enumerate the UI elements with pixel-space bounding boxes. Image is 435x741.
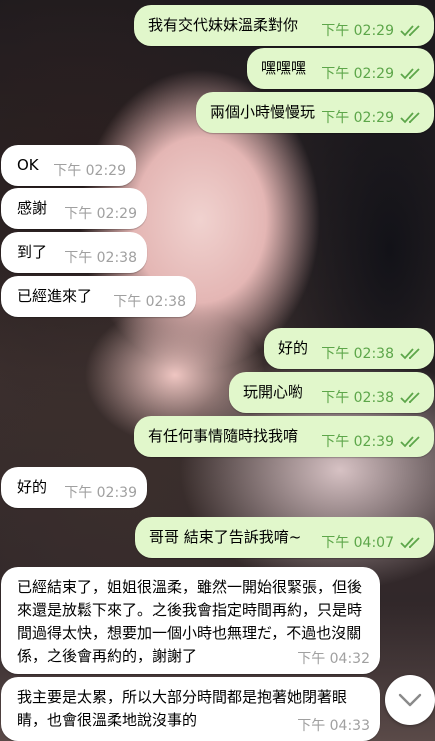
read-ticks-icon <box>400 436 420 448</box>
incoming-message[interactable]: 已經進來了 下午 02:38 <box>1 276 196 317</box>
message-text: 好的 <box>17 478 48 496</box>
message-time: 下午 02:29 <box>321 110 394 126</box>
message-text: 哥哥 結束了告訴我唷~ <box>149 528 302 546</box>
incoming-message[interactable]: 已經結束了，姐姐很溫柔，雖然一開始很緊張，但後來還是放鬆下來了。之後我會指定時間… <box>1 567 380 674</box>
message-time: 下午 02:29 <box>53 163 126 179</box>
chevron-down-icon <box>398 693 422 707</box>
incoming-message[interactable]: 好的 下午 02:39 <box>1 467 147 508</box>
outgoing-message[interactable]: 好的 下午 02:38 <box>264 328 434 369</box>
message-time: 下午 02:29 <box>64 206 137 222</box>
message-time: 下午 04:32 <box>297 651 370 667</box>
message-text: 好的 <box>278 339 309 357</box>
message-time: 下午 02:38 <box>321 390 394 406</box>
read-ticks-icon <box>400 392 420 404</box>
outgoing-message[interactable]: 嘿嘿嘿 下午 02:29 <box>247 48 434 89</box>
message-time: 下午 02:38 <box>64 250 137 266</box>
message-text: 有任何事情隨時找我唷 <box>148 427 299 445</box>
message-time: 下午 02:39 <box>64 485 137 501</box>
message-time: 下午 02:29 <box>321 23 394 39</box>
message-text: 玩開心喲 <box>243 383 304 401</box>
read-ticks-icon <box>400 112 420 124</box>
message-text: 到了 <box>17 243 48 261</box>
outgoing-message[interactable]: 有任何事情隨時找我唷 下午 02:39 <box>134 416 434 457</box>
read-ticks-icon <box>400 537 420 549</box>
message-text: 已經進來了 <box>17 287 93 305</box>
message-text: 我有交代妹妹溫柔對你 <box>148 16 299 34</box>
scroll-to-bottom-button[interactable] <box>385 675 435 725</box>
incoming-message[interactable]: 我主要是太累，所以大部分時間都是抱著她閉著眼睛，也會很溫柔地說沒事的 下午 04… <box>1 677 380 741</box>
incoming-message[interactable]: 感謝 下午 02:29 <box>1 188 147 229</box>
read-ticks-icon <box>400 25 420 37</box>
message-time: 下午 04:07 <box>321 535 394 551</box>
incoming-message[interactable]: OK 下午 02:29 <box>1 145 136 186</box>
outgoing-message[interactable]: 玩開心喲 下午 02:38 <box>229 372 434 413</box>
message-text: 兩個小時慢慢玩 <box>210 103 316 121</box>
message-text: 感謝 <box>17 199 48 217</box>
incoming-message[interactable]: 到了 下午 02:38 <box>1 232 147 273</box>
read-ticks-icon <box>400 68 420 80</box>
message-text: 嘿嘿嘿 <box>261 59 307 77</box>
message-text: OK <box>17 156 39 174</box>
outgoing-message[interactable]: 我有交代妹妹溫柔對你 下午 02:29 <box>134 5 434 46</box>
message-time: 下午 04:33 <box>297 718 370 734</box>
outgoing-message[interactable]: 兩個小時慢慢玩 下午 02:29 <box>196 92 434 133</box>
message-time: 下午 02:29 <box>321 66 394 82</box>
read-ticks-icon <box>400 348 420 360</box>
outgoing-message[interactable]: 哥哥 結束了告訴我唷~ 下午 04:07 <box>135 517 434 558</box>
message-time: 下午 02:39 <box>321 434 394 450</box>
message-time: 下午 02:38 <box>113 294 186 310</box>
message-time: 下午 02:38 <box>321 346 394 362</box>
